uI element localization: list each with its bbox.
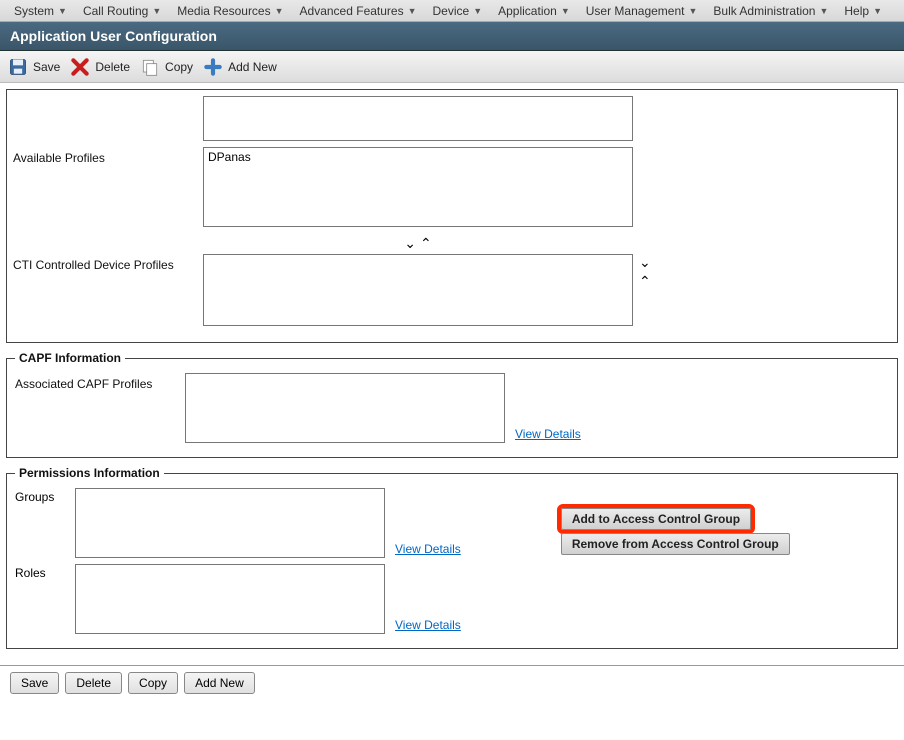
available-profiles-listbox[interactable]: DPanas <box>203 147 633 227</box>
add-new-button-label: Add New <box>228 60 277 74</box>
chevron-down-icon: ▼ <box>473 6 482 16</box>
blank-label <box>13 96 203 100</box>
copy-icon <box>140 57 160 77</box>
chevron-down-icon: ▼ <box>819 6 828 16</box>
bottom-copy-button[interactable]: Copy <box>128 672 178 694</box>
page-title: Application User Configuration <box>0 22 904 51</box>
chevron-down-icon: ▼ <box>152 6 161 16</box>
available-profiles-label: Available Profiles <box>13 147 203 165</box>
capf-information-fieldset: CAPF Information Associated CAPF Profile… <box>6 351 898 458</box>
menu-device-label: Device <box>433 4 470 18</box>
menu-call-routing[interactable]: Call Routing ▼ <box>75 2 169 19</box>
menu-call-routing-label: Call Routing <box>83 4 148 18</box>
disk-icon <box>8 57 28 77</box>
move-up-icon[interactable]: ⌃ <box>639 273 651 290</box>
permissions-information-legend: Permissions Information <box>15 466 164 480</box>
group-buttons: Add to Access Control Group Remove from … <box>561 508 790 555</box>
menu-help[interactable]: Help ▼ <box>836 2 890 19</box>
menu-advanced-features[interactable]: Advanced Features ▼ <box>292 2 425 19</box>
save-button[interactable]: Save <box>8 57 60 77</box>
top-listbox[interactable] <box>203 96 633 141</box>
save-button-label: Save <box>33 60 60 74</box>
chevron-down-icon: ▼ <box>58 6 67 16</box>
menu-bulk-administration-label: Bulk Administration <box>713 4 815 18</box>
menu-system[interactable]: System ▼ <box>6 2 75 19</box>
cti-profiles-label: CTI Controlled Device Profiles <box>13 254 203 272</box>
menu-application-label: Application <box>498 4 557 18</box>
move-down-icon[interactable]: ⌄ <box>639 254 651 271</box>
roles-view-details-link[interactable]: View Details <box>395 618 461 634</box>
menu-user-management-label: User Management <box>586 4 685 18</box>
move-down-icon[interactable]: ⌄ <box>404 235 416 252</box>
remove-from-access-control-group-button[interactable]: Remove from Access Control Group <box>561 533 790 555</box>
cti-profiles-listbox[interactable] <box>203 254 633 326</box>
move-updown-controls: ⌄ ⌃ <box>203 233 633 254</box>
menu-media-resources[interactable]: Media Resources ▼ <box>169 2 291 19</box>
chevron-down-icon: ▼ <box>408 6 417 16</box>
cti-updown-controls: ⌄ ⌃ <box>639 254 651 290</box>
menu-bulk-administration[interactable]: Bulk Administration ▼ <box>705 2 836 19</box>
list-item[interactable]: DPanas <box>208 150 628 164</box>
associated-capf-label: Associated CAPF Profiles <box>15 373 185 391</box>
roles-listbox[interactable] <box>75 564 385 634</box>
copy-button[interactable]: Copy <box>140 57 193 77</box>
menu-media-resources-label: Media Resources <box>177 4 270 18</box>
x-icon <box>70 57 90 77</box>
roles-label: Roles <box>15 564 75 580</box>
menu-application[interactable]: Application ▼ <box>490 2 578 19</box>
permissions-information-fieldset: Permissions Information Groups View Deta… <box>6 466 898 649</box>
content-area: Available Profiles DPanas ⌄ ⌃ CTI Contro… <box>0 83 904 659</box>
add-new-button[interactable]: Add New <box>203 57 277 77</box>
add-to-access-control-group-button[interactable]: Add to Access Control Group <box>561 508 751 530</box>
capf-view-details-link[interactable]: View Details <box>515 427 581 443</box>
profiles-section: Available Profiles DPanas ⌄ ⌃ CTI Contro… <box>6 89 898 343</box>
bottom-delete-button[interactable]: Delete <box>65 672 122 694</box>
bottom-save-button[interactable]: Save <box>10 672 59 694</box>
move-up-icon[interactable]: ⌃ <box>420 235 432 252</box>
menu-user-management[interactable]: User Management▼ <box>578 2 706 19</box>
capf-information-legend: CAPF Information <box>15 351 125 365</box>
chevron-down-icon: ▼ <box>688 6 697 16</box>
bottom-button-bar: Save Delete Copy Add New <box>0 665 904 700</box>
copy-button-label: Copy <box>165 60 193 74</box>
toolbar: Save Delete Copy Add New <box>0 51 904 83</box>
bottom-add-new-button[interactable]: Add New <box>184 672 255 694</box>
chevron-down-icon: ▼ <box>275 6 284 16</box>
menu-advanced-features-label: Advanced Features <box>300 4 404 18</box>
chevron-down-icon: ▼ <box>873 6 882 16</box>
groups-view-details-link[interactable]: View Details <box>395 542 461 558</box>
plus-icon <box>203 57 223 77</box>
menu-system-label: System <box>14 4 54 18</box>
groups-label: Groups <box>15 488 75 504</box>
menu-help-label: Help <box>844 4 869 18</box>
menu-device[interactable]: Device▼ <box>425 2 491 19</box>
delete-button-label: Delete <box>95 60 130 74</box>
chevron-down-icon: ▼ <box>561 6 570 16</box>
delete-button[interactable]: Delete <box>70 57 130 77</box>
menu-bar: System ▼ Call Routing ▼ Media Resources ▼ A… <box>0 0 904 22</box>
groups-listbox[interactable] <box>75 488 385 558</box>
capf-profiles-listbox[interactable] <box>185 373 505 443</box>
